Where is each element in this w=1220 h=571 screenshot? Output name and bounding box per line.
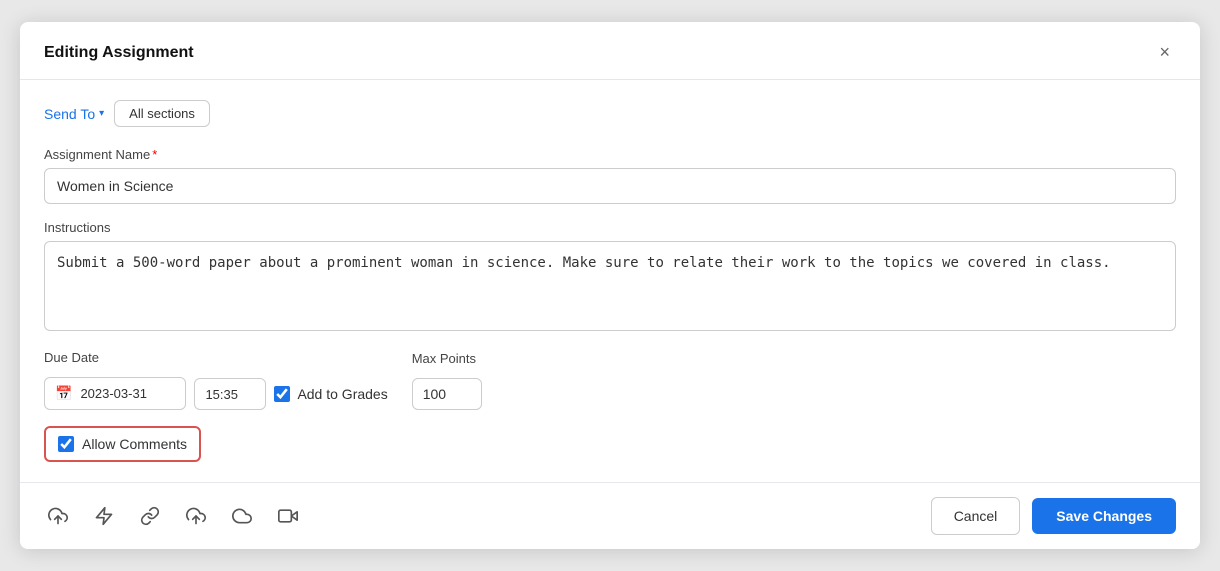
lightning-icon-button[interactable] (90, 502, 118, 530)
add-to-grades-checkbox[interactable] (274, 386, 290, 402)
footer-icons (44, 502, 302, 530)
modal-header: Editing Assignment × (20, 22, 1200, 80)
instructions-label: Instructions (44, 220, 1176, 235)
send-to-label: Send To (44, 106, 95, 122)
max-points-input[interactable] (412, 378, 482, 410)
due-time-input[interactable] (205, 387, 255, 402)
date-input-wrapper: 📅 (44, 377, 186, 410)
max-points-label: Max Points (412, 351, 482, 366)
modal-title: Editing Assignment (44, 44, 194, 62)
instructions-textarea[interactable] (44, 241, 1176, 331)
assignment-name-label: Assignment Name* (44, 147, 1176, 162)
add-to-grades-label[interactable]: Add to Grades (297, 386, 387, 402)
add-grades-wrapper: Add to Grades (274, 386, 387, 402)
allow-comments-wrapper: Allow Comments (44, 426, 201, 462)
send-to-button[interactable]: Send To ▾ (44, 106, 104, 122)
upload-icon-button[interactable] (44, 502, 72, 530)
section-badge[interactable]: All sections (114, 100, 210, 127)
send-to-row: Send To ▾ All sections (44, 100, 1176, 127)
modal-body: Send To ▾ All sections Assignment Name* … (20, 80, 1200, 482)
max-points-group: Max Points (412, 351, 482, 410)
due-date-input[interactable] (80, 386, 175, 401)
footer-actions: Cancel Save Changes (931, 497, 1176, 535)
allow-comments-label[interactable]: Allow Comments (82, 436, 187, 452)
due-date-inputs: 📅 Add to Grades (44, 377, 388, 410)
due-date-group: Due Date 📅 Add to Grades (44, 350, 388, 410)
save-changes-button[interactable]: Save Changes (1032, 498, 1176, 534)
assignment-name-group: Assignment Name* (44, 147, 1176, 204)
link-icon-button[interactable] (136, 502, 164, 530)
modal-dialog: Editing Assignment × Send To ▾ All secti… (20, 22, 1200, 549)
time-input-wrapper (194, 378, 266, 410)
cloud-upload-icon-button[interactable] (182, 502, 210, 530)
allow-comments-checkbox[interactable] (58, 436, 74, 452)
due-date-label: Due Date (44, 350, 388, 365)
close-button[interactable]: × (1153, 40, 1176, 65)
calendar-icon: 📅 (55, 385, 72, 402)
chevron-down-icon: ▾ (99, 108, 104, 119)
video-icon-button[interactable] (274, 502, 302, 530)
due-date-row: Due Date 📅 Add to Grades Max P (44, 350, 1176, 410)
modal-footer: Cancel Save Changes (20, 482, 1200, 549)
cancel-button[interactable]: Cancel (931, 497, 1021, 535)
instructions-group: Instructions (44, 220, 1176, 334)
assignment-name-input[interactable] (44, 168, 1176, 204)
cloud-icon-button[interactable] (228, 502, 256, 530)
